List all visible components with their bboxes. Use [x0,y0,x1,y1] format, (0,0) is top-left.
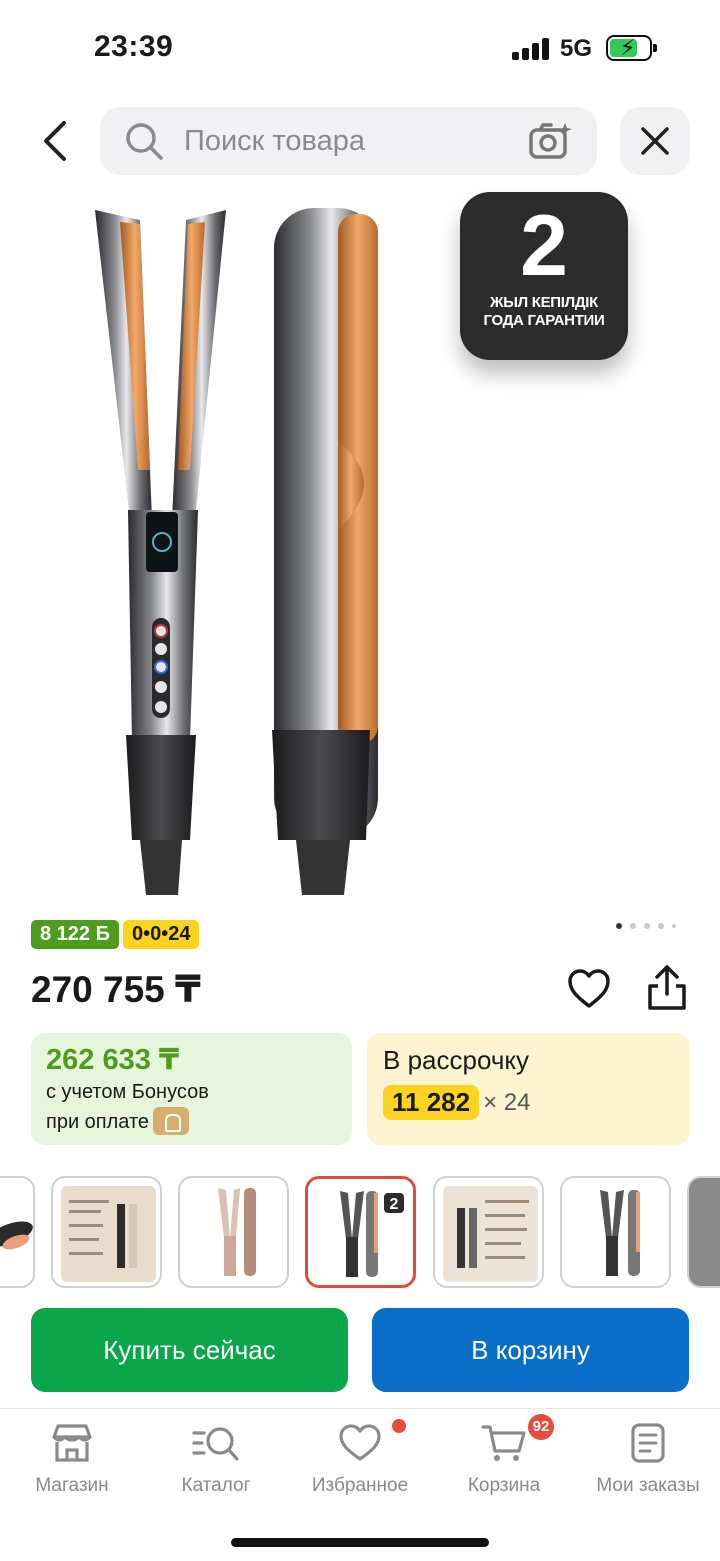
thumbnail[interactable] [178,1176,289,1288]
nav-label: Корзина [467,1475,541,1496]
warranty-text-kz: ЖЫЛ КЕПІЛДІК [490,294,598,311]
buy-now-button[interactable]: Купить сейчас [31,1308,348,1392]
back-button[interactable] [30,112,80,170]
battery-icon: ⚡ [606,35,657,61]
promo-badges: 8 122 Б 0•0•24 [31,920,200,949]
pager-dot[interactable] [616,923,622,929]
share-icon [648,965,686,1010]
nav-item-cart[interactable]: Корзина [432,1423,576,1497]
pager-dot[interactable] [658,923,664,929]
catalog-search-icon [192,1427,239,1461]
nav-label: Мои заказы [596,1475,700,1496]
camera-search-icon[interactable] [529,121,573,161]
network-type: 5G [560,35,593,62]
orders-icon [631,1423,665,1463]
thumbnail-selected[interactable]: 2 [305,1176,416,1288]
share-button[interactable] [644,964,690,1012]
installment-multiplier: × 24 [483,1088,531,1116]
image-thumbnails[interactable]: 2 [0,1176,720,1288]
product-price: 270 755 ₸ [31,969,201,1010]
pager-dot[interactable] [630,923,636,929]
installment-card[interactable]: В рассрочку 11 282 × 24 [367,1033,690,1145]
image-pager[interactable] [616,923,676,929]
thumbnail[interactable] [51,1176,162,1288]
close-button[interactable] [620,107,690,175]
nav-label: Избранное [311,1475,409,1496]
bonus-price-card[interactable]: 262 633 ₸ с учетом Бонусов при оплате [31,1033,352,1145]
thumbnail[interactable] [0,1176,35,1288]
bonus-payment-note: при оплате [46,1111,150,1133]
store-icon [52,1424,92,1462]
favorites-notification-dot [392,1419,406,1433]
chevron-left-icon [44,121,66,161]
home-indicator[interactable] [231,1538,489,1547]
installment-title: В рассрочку [383,1045,530,1075]
installment-badge: 0•0•24 [122,920,200,949]
thumbnail[interactable] [560,1176,671,1288]
close-icon [641,127,669,155]
search-bar[interactable] [100,107,597,175]
heart-icon [568,969,610,1008]
nav-item-catalog[interactable]: Каталог [144,1423,288,1497]
search-input[interactable] [184,107,514,175]
nav-label: Магазин [35,1475,109,1496]
thumbnail[interactable] [433,1176,544,1288]
nav-item-orders[interactable]: Мои заказы [576,1423,720,1497]
status-time: 23:39 [94,30,174,63]
bonus-price: 262 633 ₸ [46,1044,180,1076]
warranty-badge: 2 ЖЫЛ КЕПІЛДІК ГОДА ГАРАНТИИ [460,192,628,360]
add-to-cart-button[interactable]: В корзину [372,1308,689,1392]
status-bar: 23:39 5G ⚡ [0,0,720,100]
pager-dot[interactable] [672,924,676,928]
signal-icon [512,38,550,60]
nav-item-store[interactable]: Магазин [0,1423,144,1497]
warranty-years: 2 [520,198,568,294]
bonus-note: с учетом Бонусов [46,1081,209,1103]
installment-amount: 11 282 [383,1085,480,1120]
bonus-badge: 8 122 Б [31,920,119,949]
thumbnail[interactable] [687,1176,720,1288]
warranty-text-ru: ГОДА ГАРАНТИИ [483,312,605,329]
pager-dot[interactable] [644,923,650,929]
cart-count-badge: 92 [528,1414,554,1440]
heart-icon [339,1424,381,1461]
svg-text:2: 2 [390,1196,399,1213]
search-icon [126,123,163,160]
cart-icon [481,1425,526,1461]
nav-label: Каталог [181,1475,251,1496]
nav-item-favorites[interactable]: Избранное [288,1423,432,1497]
favorite-button[interactable] [566,966,612,1012]
payment-card-icon [153,1106,190,1135]
